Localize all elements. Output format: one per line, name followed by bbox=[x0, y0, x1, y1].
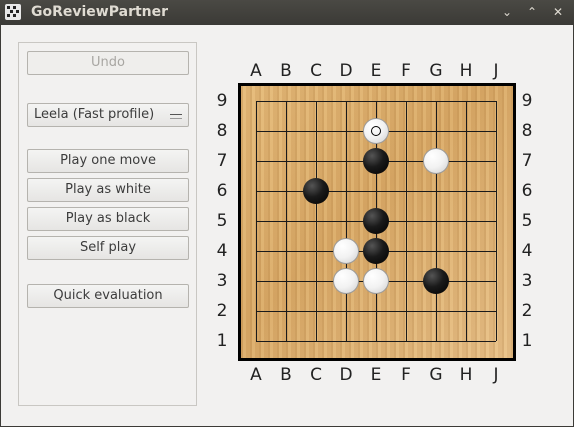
last-move-marker bbox=[371, 126, 381, 136]
maximize-icon[interactable]: ⌃ bbox=[522, 2, 542, 22]
row-label-left-5: 5 bbox=[216, 211, 228, 231]
grid-line bbox=[436, 101, 437, 341]
row-label-right-8: 8 bbox=[521, 121, 533, 141]
row-label-left-6: 6 bbox=[216, 181, 228, 201]
column-label-top-c: C bbox=[310, 61, 322, 81]
column-label-bottom-j: J bbox=[493, 365, 499, 385]
black-stone bbox=[423, 268, 449, 294]
white-stone bbox=[363, 268, 389, 294]
self-play-button[interactable]: Self play bbox=[27, 236, 189, 260]
row-label-right-4: 4 bbox=[521, 241, 533, 261]
row-label-right-1: 1 bbox=[521, 331, 533, 351]
row-label-left-1: 1 bbox=[216, 331, 228, 351]
black-stone bbox=[363, 148, 389, 174]
control-panel: Undo Leela (Fast profile) Play one move … bbox=[18, 42, 197, 406]
column-label-top-b: B bbox=[280, 61, 292, 81]
row-label-left-7: 7 bbox=[216, 151, 228, 171]
row-label-left-4: 4 bbox=[216, 241, 228, 261]
row-label-right-6: 6 bbox=[521, 181, 533, 201]
black-stone bbox=[363, 208, 389, 234]
row-label-left-8: 8 bbox=[216, 121, 228, 141]
minimize-icon[interactable]: ⌄ bbox=[497, 2, 517, 22]
row-label-left-3: 3 bbox=[216, 271, 228, 291]
white-stone bbox=[333, 268, 359, 294]
title-bar: GoReviewPartner ⌄ ⌃ ✕ bbox=[0, 0, 574, 25]
white-stone bbox=[333, 238, 359, 264]
black-stone bbox=[303, 178, 329, 204]
grid-line bbox=[496, 101, 497, 341]
column-label-bottom-b: B bbox=[280, 365, 292, 385]
play-as-black-button[interactable]: Play as black bbox=[27, 207, 189, 231]
quick-evaluation-button[interactable]: Quick evaluation bbox=[27, 284, 189, 308]
column-label-top-a: A bbox=[250, 61, 262, 81]
white-stone bbox=[423, 148, 449, 174]
column-label-bottom-h: H bbox=[459, 365, 473, 385]
row-label-left-2: 2 bbox=[216, 301, 228, 321]
row-label-right-9: 9 bbox=[521, 91, 533, 111]
dropdown-icon bbox=[170, 114, 182, 119]
play-as-white-button[interactable]: Play as white bbox=[27, 178, 189, 202]
white-stone bbox=[363, 118, 389, 144]
grid-line bbox=[256, 311, 496, 312]
go-board[interactable] bbox=[238, 83, 516, 361]
grid-line bbox=[406, 101, 407, 341]
row-label-right-3: 3 bbox=[521, 271, 533, 291]
column-label-top-j: J bbox=[493, 61, 499, 81]
column-label-bottom-e: E bbox=[370, 365, 382, 385]
grid-line bbox=[256, 341, 496, 342]
column-label-bottom-c: C bbox=[310, 365, 322, 385]
close-icon[interactable]: ✕ bbox=[548, 2, 568, 22]
window-title: GoReviewPartner bbox=[31, 4, 169, 20]
column-label-top-d: D bbox=[339, 61, 353, 81]
engine-select-value: Leela (Fast profile) bbox=[34, 107, 155, 122]
main-window: Undo Leela (Fast profile) Play one move … bbox=[1, 25, 573, 426]
row-label-right-2: 2 bbox=[521, 301, 533, 321]
engine-select[interactable]: Leela (Fast profile) bbox=[27, 103, 189, 127]
column-label-bottom-a: A bbox=[250, 365, 262, 385]
app-icon bbox=[5, 4, 21, 20]
column-label-top-e: E bbox=[370, 61, 382, 81]
column-label-bottom-d: D bbox=[339, 365, 353, 385]
undo-button[interactable]: Undo bbox=[27, 51, 189, 75]
column-label-top-f: F bbox=[401, 61, 411, 81]
row-label-right-5: 5 bbox=[521, 211, 533, 231]
row-label-left-9: 9 bbox=[216, 91, 228, 111]
column-label-top-h: H bbox=[459, 61, 473, 81]
column-label-bottom-f: F bbox=[401, 365, 411, 385]
black-stone bbox=[363, 238, 389, 264]
grid-line bbox=[466, 101, 467, 341]
row-label-right-7: 7 bbox=[521, 151, 533, 171]
column-label-top-g: G bbox=[429, 61, 443, 81]
column-label-bottom-g: G bbox=[429, 365, 443, 385]
play-one-move-button[interactable]: Play one move bbox=[27, 149, 189, 173]
